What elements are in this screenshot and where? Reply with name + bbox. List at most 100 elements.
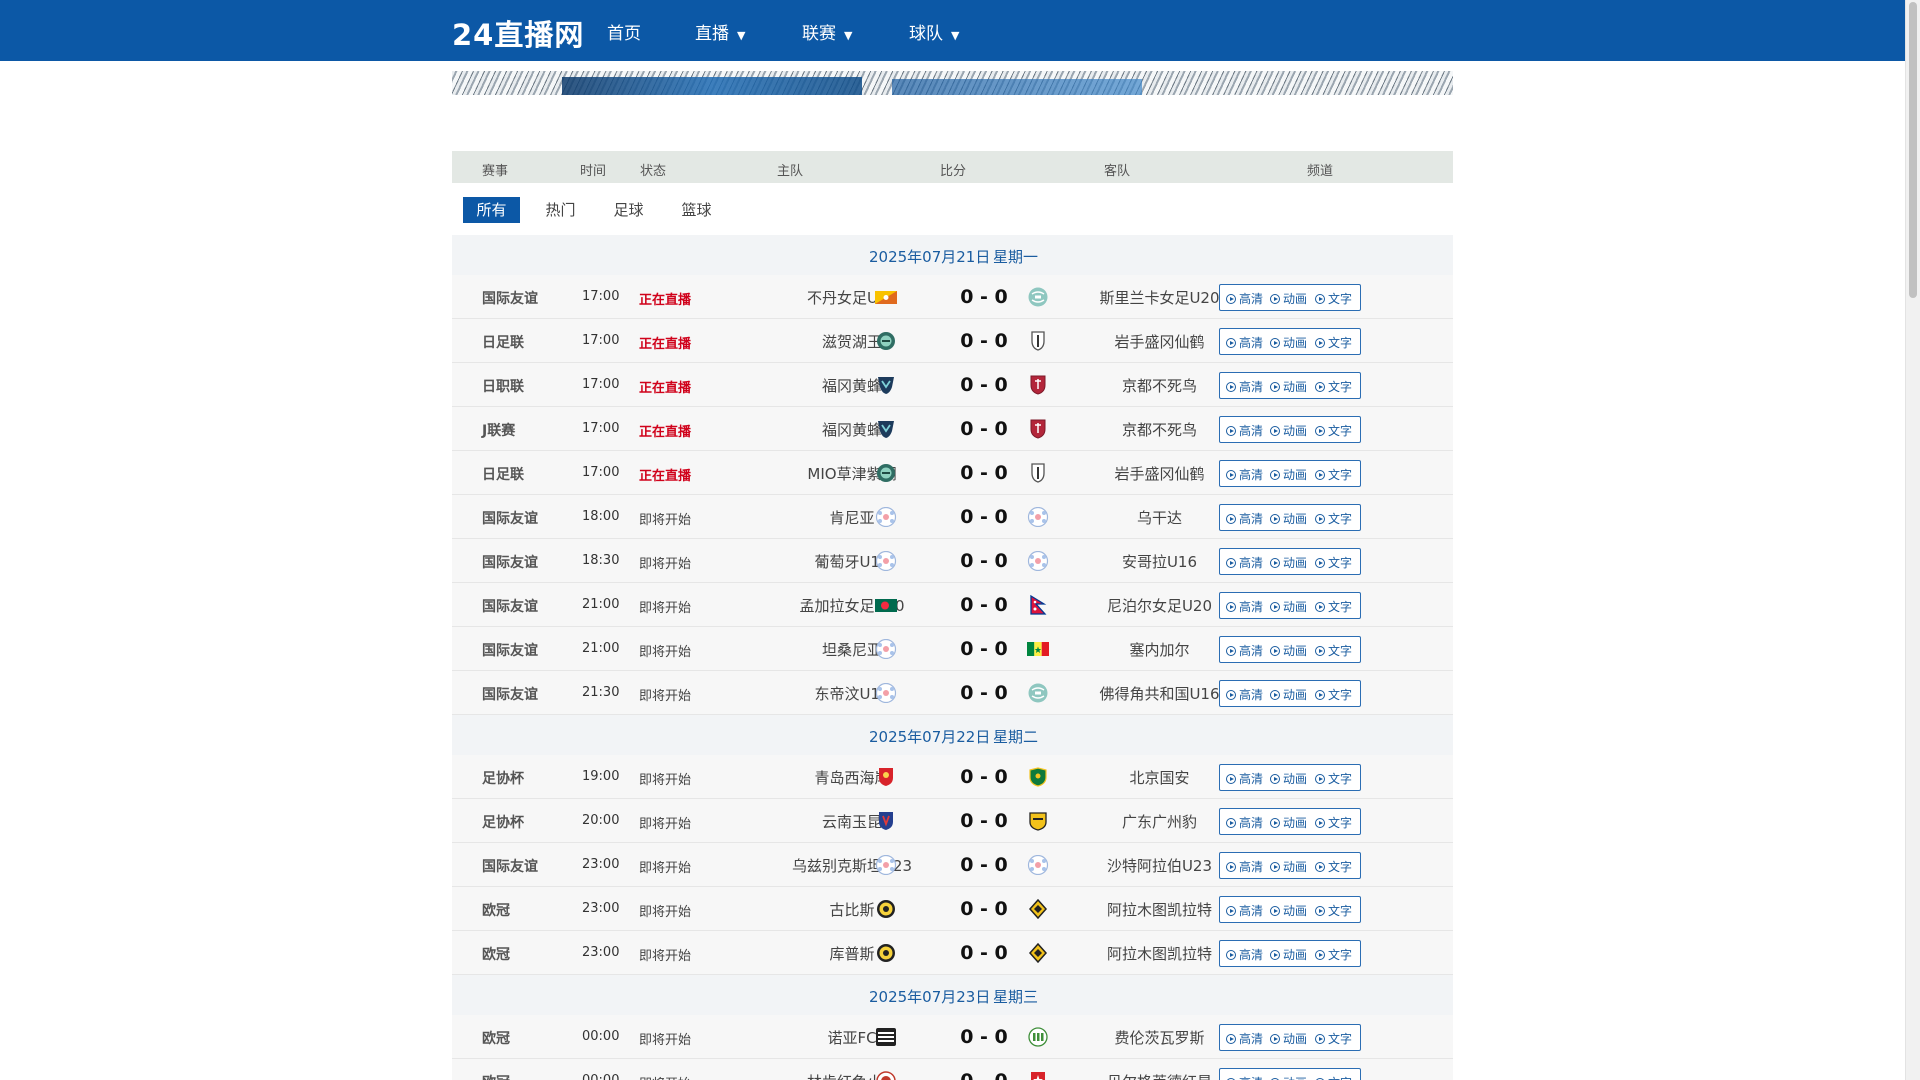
channel-animation-link[interactable]: 动画	[1270, 814, 1307, 831]
channel-animation-link[interactable]: 动画	[1270, 554, 1307, 571]
league-name[interactable]: J联赛	[482, 420, 515, 440]
filter-basketball[interactable]: 篮球	[668, 197, 725, 223]
channel-hd-link[interactable]: 高清	[1226, 902, 1263, 919]
channel-text-link[interactable]: 文字	[1315, 814, 1352, 831]
home-team[interactable]: MIO草津紫湖	[752, 463, 952, 484]
league-name[interactable]: 日足联	[482, 464, 524, 484]
home-team[interactable]: 云南玉昆	[752, 811, 952, 832]
league-name[interactable]: 欧冠	[482, 944, 510, 964]
channel-animation-link[interactable]: 动画	[1270, 686, 1307, 703]
match-row[interactable]: 日足联 17:00 正在直播 滋贺湖王 0 - 0 岩手盛冈仙鹤 高清 动画 文字	[452, 319, 1453, 363]
home-team[interactable]: 青岛西海岸	[752, 767, 952, 788]
channel-text-link[interactable]: 文字	[1315, 378, 1352, 395]
filter-hot[interactable]: 热门	[532, 197, 589, 223]
channel-text-link[interactable]: 文字	[1315, 686, 1352, 703]
channel-animation-link[interactable]: 动画	[1270, 946, 1307, 963]
home-team[interactable]: 滋贺湖王	[752, 331, 952, 352]
league-name[interactable]: 国际友谊	[482, 552, 538, 572]
match-row[interactable]: 日足联 17:00 正在直播 MIO草津紫湖 0 - 0 岩手盛冈仙鹤 高清 动画 文字	[452, 451, 1453, 495]
league-name[interactable]: 足协杯	[482, 768, 524, 788]
channel-text-link[interactable]: 文字	[1315, 510, 1352, 527]
channel-text-link[interactable]: 文字	[1315, 422, 1352, 439]
match-row[interactable]: 国际友谊 23:00 即将开始 乌兹别克斯坦U23 0 - 0 沙特阿拉伯U23 高清 动画文…	[452, 843, 1453, 887]
league-name[interactable]: 日职联	[482, 376, 524, 396]
channel-text-link[interactable]: 文字	[1315, 902, 1352, 919]
home-team[interactable]: 葡萄牙U16	[752, 551, 952, 572]
nav-teams[interactable]: 球队 ▼	[909, 19, 959, 44]
channel-text-link[interactable]: 文字	[1315, 946, 1352, 963]
channel-hd-link[interactable]: 高清	[1226, 858, 1263, 875]
match-row[interactable]: 国际友谊 18:00 即将开始 肯尼亚 0 - 0 乌干达 高清 动画 文字	[452, 495, 1453, 539]
ad-banner[interactable]	[452, 71, 1453, 95]
channel-animation-link[interactable]: 动画	[1270, 1030, 1307, 1047]
home-team[interactable]: 古比斯	[752, 899, 952, 920]
channel-hd-link[interactable]: 高清	[1226, 290, 1263, 307]
home-team[interactable]: 诺亚FC	[752, 1027, 952, 1048]
channel-animation-link[interactable]: 动画	[1270, 510, 1307, 527]
scrollbar-thumb[interactable]	[1909, 2, 1917, 298]
channel-animation-link[interactable]: 动画	[1270, 334, 1307, 351]
league-name[interactable]: 欧冠	[482, 900, 510, 920]
match-row[interactable]: 足协杯 19:00 即将开始 青岛西海岸 0 - 0 北京国安 高清 动画 文字	[452, 755, 1453, 799]
channel-text-link[interactable]: 文字	[1315, 290, 1352, 307]
match-row[interactable]: 欧冠 23:00 即将开始 库普斯 0 - 0 阿拉木图凯拉特 高清 动画 文字	[452, 931, 1453, 975]
nav-leagues[interactable]: 联赛 ▼	[802, 19, 852, 44]
filter-all[interactable]: 所有	[463, 197, 520, 223]
channel-text-link[interactable]: 文字	[1315, 554, 1352, 571]
channel-hd-link[interactable]: 高清	[1226, 642, 1263, 659]
channel-text-link[interactable]: 文字	[1315, 598, 1352, 615]
home-team[interactable]: 库普斯	[752, 943, 952, 964]
channel-hd-link[interactable]: 高清	[1226, 1074, 1263, 1080]
channel-hd-link[interactable]: 高清	[1226, 334, 1263, 351]
match-row[interactable]: 国际友谊 18:30 即将开始 葡萄牙U16 0 - 0 安哥拉U16 高清 动画 文字	[452, 539, 1453, 583]
channel-text-link[interactable]: 文字	[1315, 858, 1352, 875]
channel-hd-link[interactable]: 高清	[1226, 466, 1263, 483]
channel-animation-link[interactable]: 动画	[1270, 770, 1307, 787]
channel-text-link[interactable]: 文字	[1315, 770, 1352, 787]
nav-home[interactable]: 首页	[607, 19, 641, 44]
match-row[interactable]: 日职联 17:00 正在直播 福冈黄蜂 0 - 0 京都不死鸟 高清 动画 文字	[452, 363, 1453, 407]
channel-hd-link[interactable]: 高清	[1226, 1030, 1263, 1047]
league-name[interactable]: 日足联	[482, 332, 524, 352]
channel-hd-link[interactable]: 高清	[1226, 554, 1263, 571]
nav-live[interactable]: 直播 ▼	[695, 19, 745, 44]
channel-animation-link[interactable]: 动画	[1270, 378, 1307, 395]
league-name[interactable]: 国际友谊	[482, 596, 538, 616]
league-name[interactable]: 国际友谊	[482, 640, 538, 660]
channel-animation-link[interactable]: 动画	[1270, 598, 1307, 615]
match-row[interactable]: 国际友谊 21:00 即将开始 坦桑尼亚 0 - 0 塞内加尔 高清 动画 文字	[452, 627, 1453, 671]
channel-text-link[interactable]: 文字	[1315, 466, 1352, 483]
channel-animation-link[interactable]: 动画	[1270, 466, 1307, 483]
match-row[interactable]: 欧冠 00:00 即将开始 诺亚FC 0 - 0 费伦茨瓦罗斯 高清 动画 文字	[452, 1015, 1453, 1059]
match-row[interactable]: 国际友谊 17:00 正在直播 不丹女足U20 0 - 0 斯里兰卡女足U20 高清 动画 文字	[452, 275, 1453, 319]
channel-hd-link[interactable]: 高清	[1226, 814, 1263, 831]
match-row[interactable]: 欧冠00:00即将开始林肯红色小鬼0 - 0贝尔格莱德红星高清动画文字	[452, 1059, 1453, 1080]
league-name[interactable]: 欧冠	[482, 1028, 510, 1048]
home-team[interactable]: 福冈黄蜂	[752, 375, 952, 396]
home-team[interactable]: 乌兹别克斯坦U23	[752, 855, 952, 876]
match-row[interactable]: 国际友谊 21:00 即将开始 孟加拉女足U20 0 - 0 尼泊尔女足U20 高清 动画 文字	[452, 583, 1453, 627]
channel-text-link[interactable]: 文字	[1315, 1030, 1352, 1047]
channel-text-link[interactable]: 文字	[1315, 642, 1352, 659]
channel-hd-link[interactable]: 高清	[1226, 510, 1263, 527]
home-team[interactable]: 福冈黄蜂	[752, 419, 952, 440]
match-row[interactable]: 足协杯 20:00 即将开始 云南玉昆 0 - 0 广东广州豹 高清 动画 文字	[452, 799, 1453, 843]
match-row[interactable]: 欧冠 23:00 即将开始 古比斯 0 - 0 阿拉木图凯拉特 高清 动画 文字	[452, 887, 1453, 931]
channel-hd-link[interactable]: 高清	[1226, 686, 1263, 703]
channel-animation-link[interactable]: 动画	[1270, 422, 1307, 439]
filter-football[interactable]: 足球	[600, 197, 657, 223]
league-name[interactable]: 欧冠	[482, 1072, 510, 1080]
channel-hd-link[interactable]: 高清	[1226, 422, 1263, 439]
league-name[interactable]: 国际友谊	[482, 508, 538, 528]
channel-animation-link[interactable]: 动画	[1270, 290, 1307, 307]
channel-animation-link[interactable]: 动画	[1270, 858, 1307, 875]
home-team[interactable]: 肯尼亚	[752, 507, 952, 528]
channel-animation-link[interactable]: 动画	[1270, 642, 1307, 659]
home-team[interactable]: 不丹女足U20	[752, 287, 952, 308]
league-name[interactable]: 国际友谊	[482, 288, 538, 308]
channel-hd-link[interactable]: 高清	[1226, 598, 1263, 615]
home-team[interactable]: 东帝汶U16	[752, 683, 952, 704]
home-team[interactable]: 坦桑尼亚	[752, 639, 952, 660]
site-logo[interactable]: 24直播网	[452, 12, 584, 54]
home-team[interactable]: 林肯红色小鬼	[752, 1071, 952, 1080]
